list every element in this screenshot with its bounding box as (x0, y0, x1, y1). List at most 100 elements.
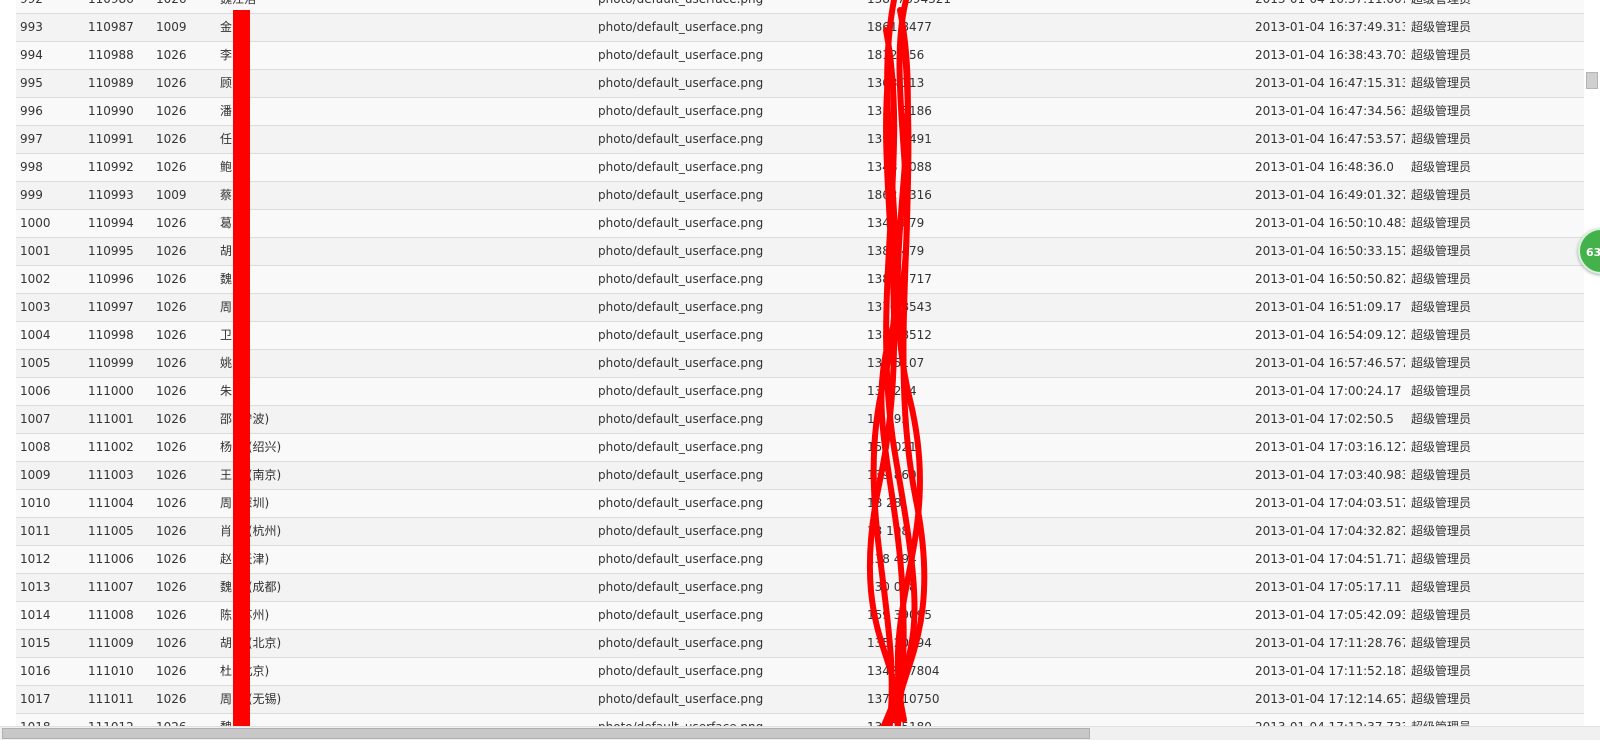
dept-code-cell: 1026 (156, 580, 187, 594)
dept-code-cell: 1026 (156, 300, 187, 314)
table-row[interactable]: 998 110992 1026 鲍 photo/default_userface.png… (16, 154, 1584, 182)
row-number: 1009 (20, 468, 51, 482)
user-id-cell: 110993 (88, 188, 134, 202)
role-cell: 超级管理员 (1411, 160, 1472, 174)
table-row[interactable]: 9921109861026魏江浩photo/default_userface.p… (16, 0, 1584, 14)
photo-path-cell: photo/default_userface.png (598, 132, 764, 146)
row-number: 992 (20, 0, 80, 13)
table-row[interactable]: 1015 111009 1026 胡 涵(北京) photo/default_userf… (16, 630, 1584, 658)
table-row[interactable]: 1017 111011 1026 周 杰(无锡) photo/default_userf… (16, 686, 1584, 714)
row-number: 1011 (20, 524, 51, 538)
dept-code-cell: 1026 (156, 552, 187, 566)
role-cell: 超级管理员 (1411, 384, 1472, 398)
table-row[interactable]: 994 110988 1026 李 photo/default_userface.png… (16, 42, 1584, 70)
row-number: 1007 (20, 412, 51, 426)
table-row[interactable]: 1011 111005 1026 肖 杰(杭州) photo/default_userf… (16, 518, 1584, 546)
dept-code-cell: 1026 (156, 328, 187, 342)
created-time-cell: 2013-01-04 17:04:32.827 (1255, 524, 1405, 538)
photo-path-cell: photo/default_userface.png (598, 0, 818, 13)
user-id-cell: 110992 (88, 160, 134, 174)
user-id-cell: 110997 (88, 300, 134, 314)
table-row[interactable]: 1010 111004 1026 周 (深圳) photo/default_userfa… (16, 490, 1584, 518)
user-id-cell: 110987 (88, 20, 134, 34)
photo-path-cell: photo/default_userface.png (598, 692, 764, 706)
user-id-cell: 111002 (88, 440, 134, 454)
dept-code-cell: 1026 (156, 608, 187, 622)
row-number: 1014 (20, 608, 51, 622)
table-row[interactable]: 1014 111008 1026 陈 (苏州) photo/default_userfa… (16, 602, 1584, 630)
table-row[interactable]: 9961109901026潘 杰photo/default_userface.p… (16, 98, 1584, 126)
created-time-cell: 2013-01-04 16:57:46.577 (1255, 356, 1405, 370)
photo-path-cell: photo/default_userface.png (598, 48, 764, 62)
vertical-scrollbar-thumb[interactable] (1586, 72, 1598, 89)
created-time-cell: 2013-01-04 16:50:10.483 (1255, 216, 1405, 230)
user-id-cell: 110991 (88, 132, 134, 146)
photo-path-cell: photo/default_userface.png (598, 664, 764, 678)
photo-path-cell: photo/default_userface.png (598, 552, 764, 566)
table-row[interactable]: 997 110991 1026 任 photo/default_userface.png… (16, 126, 1584, 154)
horizontal-scrollbar-thumb[interactable] (2, 728, 1090, 739)
table-row[interactable]: 1002 110996 1026 魏 photo/default_userface.pn… (16, 266, 1584, 294)
table-row[interactable]: 995 110989 1026 顾 photo/default_userface.png… (16, 70, 1584, 98)
user-id-cell: 110999 (88, 356, 134, 370)
user-id-cell: 110996 (88, 272, 134, 286)
role-cell: 超级管理员 (1411, 440, 1472, 454)
photo-path-cell: photo/default_userface.png (598, 272, 764, 286)
dept-code-cell: 1026 (156, 496, 187, 510)
created-time-cell: 2013-01-04 17:04:51.717 (1255, 552, 1405, 566)
table-row[interactable]: 1009 111003 1026 王 宇(南京) photo/default_userf… (16, 462, 1584, 490)
created-time-cell: 2013-01-04 16:50:50.827 (1255, 272, 1405, 286)
role-cell: 超级管理员 (1411, 272, 1472, 286)
table-row[interactable]: 9931109871009金 文photo/default_userface.p… (16, 14, 1584, 42)
table-row[interactable]: 1012 111006 1026 赵 (天津) photo/default_userfa… (16, 546, 1584, 574)
dept-code-cell: 1026 (156, 160, 187, 174)
user-id-cell: 110998 (88, 328, 134, 342)
table-row[interactable]: 10061110001026朱 宇photo/default_userface.… (16, 378, 1584, 406)
photo-path-cell: photo/default_userface.png (598, 188, 764, 202)
table-row[interactable]: 1013 111007 1026 魏 泉(成都) photo/default_userf… (16, 574, 1584, 602)
table-row[interactable]: 1008 111002 1026 杨 利(绍兴) photo/default_userf… (16, 434, 1584, 462)
created-time-cell: 2013-01-04 16:47:15.313 (1255, 76, 1405, 90)
dept-code-cell: 1026 (156, 524, 187, 538)
dept-code-cell: 1026 (156, 356, 187, 370)
dept-code-cell: 1026 (156, 272, 187, 286)
photo-path-cell: photo/default_userface.png (598, 328, 764, 342)
row-number: 1015 (20, 636, 51, 650)
role-cell: 超级管理员 (1411, 76, 1472, 90)
created-time-cell: 2013-01-04 16:38:43.703 (1255, 48, 1405, 62)
table-row[interactable]: 10041109981026卫 浩photo/default_userface.… (16, 322, 1584, 350)
row-number: 1010 (20, 496, 51, 510)
role-cell: 超级管理员 (1411, 0, 1511, 13)
table-row[interactable]: 9991109931009蔡 巍photo/default_userface.p… (16, 182, 1584, 210)
row-number: 1006 (20, 384, 51, 398)
created-time-cell: 2013-01-04 16:47:34.563 (1255, 104, 1405, 118)
table-row[interactable]: 10051109991026姚 斌photo/default_userface.… (16, 350, 1584, 378)
dept-code-cell: 1026 (156, 0, 206, 13)
horizontal-scrollbar[interactable] (0, 726, 1600, 740)
role-cell: 超级管理员 (1411, 552, 1472, 566)
user-id-cell: 110990 (88, 104, 134, 118)
user-id-cell: 111000 (88, 384, 134, 398)
table-row[interactable]: 10031109971026周 元photo/default_userface.… (16, 294, 1584, 322)
table-row[interactable]: 1001 110995 1026 胡 photo/default_userface.pn… (16, 238, 1584, 266)
table-row[interactable]: 10001109941026葛 亮photo/default_userface.… (16, 210, 1584, 238)
dept-code-cell: 1009 (156, 20, 187, 34)
user-id-cell: 110995 (88, 244, 134, 258)
role-cell: 超级管理员 (1411, 496, 1472, 510)
user-id-cell: 110989 (88, 76, 134, 90)
photo-path-cell: photo/default_userface.png (598, 76, 764, 90)
user-id-cell: 111008 (88, 608, 134, 622)
table-row[interactable]: 1007 111001 1026 邵 (宁波) photo/default_userfa… (16, 406, 1584, 434)
row-number: 999 (20, 188, 43, 202)
role-cell: 超级管理员 (1411, 244, 1472, 258)
table-row[interactable]: 1016 111010 1026 杜 (北京) photo/default_userfa… (16, 658, 1584, 686)
user-id-cell: 111007 (88, 580, 134, 594)
user-table: 9921109861026魏江浩photo/default_userface.p… (16, 0, 1584, 740)
user-id-cell: 111010 (88, 664, 134, 678)
photo-path-cell: photo/default_userface.png (598, 300, 764, 314)
created-time-cell: 2013-01-04 16:37:49.313 (1255, 20, 1405, 34)
role-cell: 超级管理员 (1411, 580, 1472, 594)
dept-code-cell: 1009 (156, 188, 187, 202)
vertical-scrollbar[interactable] (1584, 0, 1600, 726)
created-time-cell: 2013-01-04 16:37:11.667 (1255, 0, 1405, 13)
